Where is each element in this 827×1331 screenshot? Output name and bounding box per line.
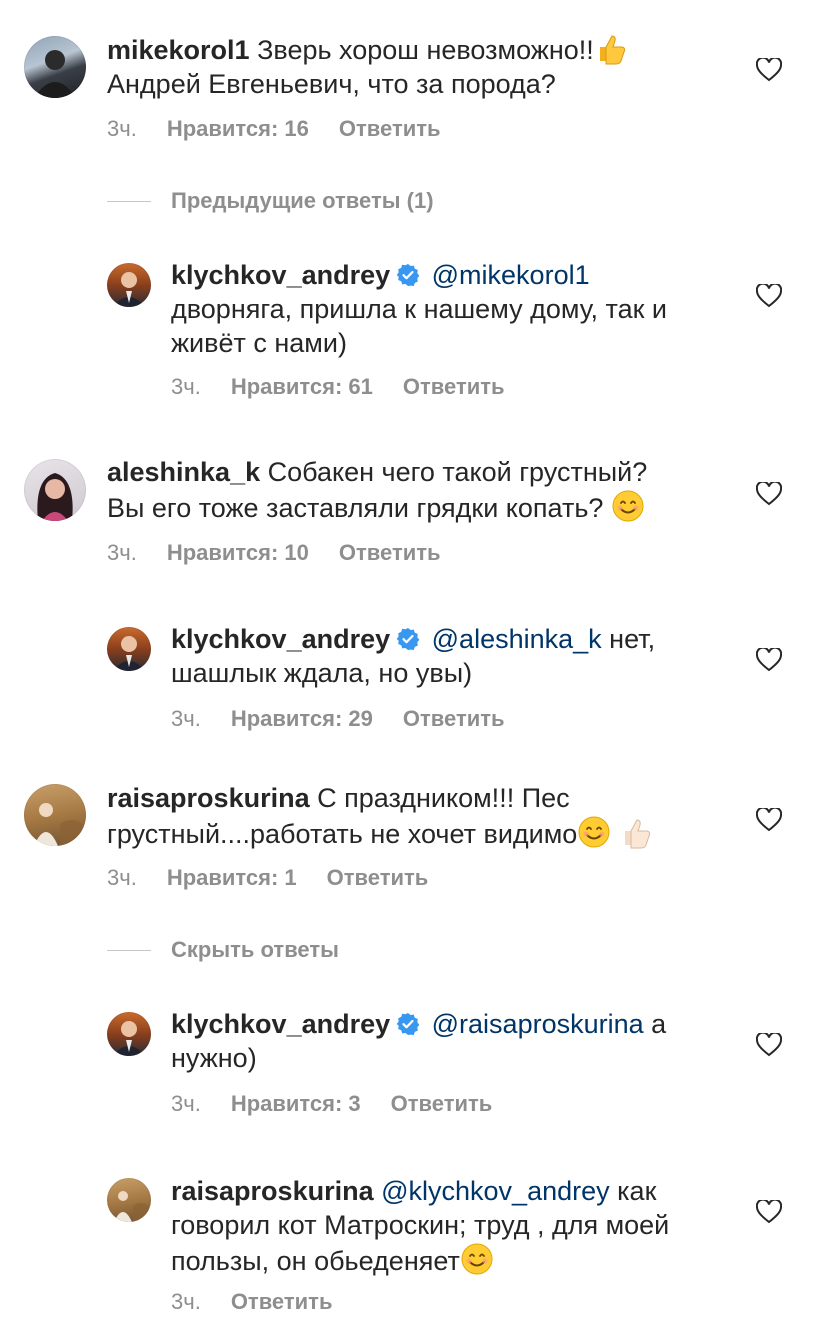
reply-button[interactable]: Ответить: [403, 706, 505, 731]
comment-meta: 3ч. Нравится: 61 Ответить: [171, 374, 535, 400]
likes-count[interactable]: Нравится: 3: [231, 1091, 361, 1116]
likes-count[interactable]: Нравится: 16: [167, 116, 309, 141]
thread-divider: [107, 949, 151, 951]
comment-meta: 3ч. Ответить: [171, 1289, 362, 1315]
comment-body-line2: Андрей Евгеньевич, что за порода?: [107, 69, 556, 99]
verified-badge-icon: [396, 1013, 420, 1035]
comment-text: klychkov_andrey @aleshinka_k нет, шашлык…: [171, 622, 732, 690]
comment-body-line2: грустный....работать не хочет видимо: [107, 819, 578, 849]
comment-meta: 3ч. Нравится: 3 Ответить: [171, 1091, 522, 1117]
comment-meta: 3ч. Нравится: 29 Ответить: [171, 706, 535, 732]
timestamp: 3ч.: [171, 1091, 201, 1116]
comment-text: raisaproskurina @klychkov_andrey как гов…: [171, 1174, 732, 1278]
comment-text: raisaproskurina С праздником!!! Пес грус…: [107, 781, 732, 851]
verified-badge-icon: [396, 264, 420, 286]
timestamp: 3ч.: [171, 706, 201, 731]
reply-button[interactable]: Ответить: [231, 1289, 333, 1314]
comment-text: klychkov_andrey @mikekorol1 дворняга, пр…: [171, 258, 732, 360]
comment-text: klychkov_andrey @raisaproskurina а нужно…: [171, 1007, 732, 1075]
heart-icon[interactable]: [756, 58, 782, 82]
comment-text: mikekorol1 Зверь хорош невозможно!! Андр…: [107, 31, 732, 101]
reply-button[interactable]: Ответить: [339, 540, 441, 565]
likes-count[interactable]: Нравится: 10: [167, 540, 309, 565]
timestamp: 3ч.: [171, 1289, 201, 1314]
comment-text: aleshinka_k Собакен чего такой грустный?…: [107, 455, 732, 525]
comment-body: дворняга, пришла к нашему дому, так и: [171, 294, 667, 324]
smiling-face-icon: [461, 1243, 493, 1275]
comment-body: С праздником!!! Пес: [317, 783, 570, 813]
avatar-photo-icon: [34, 50, 76, 98]
username[interactable]: raisaproskurina: [107, 783, 310, 813]
reply-button[interactable]: Ответить: [339, 116, 441, 141]
username[interactable]: raisaproskurina: [171, 1176, 374, 1206]
comment-body-line2: говорил кот Матроскин; труд , для моей: [171, 1210, 670, 1240]
avatar-photo-icon: [37, 473, 73, 521]
username[interactable]: klychkov_andrey: [171, 624, 390, 654]
smiling-face-icon: [612, 490, 644, 522]
username[interactable]: mikekorol1: [107, 35, 250, 65]
avatar[interactable]: [24, 784, 86, 846]
previous-replies-label: Предыдущие ответы (1): [171, 188, 434, 213]
mention-link[interactable]: @klychkov_andrey: [381, 1176, 610, 1206]
reply-button[interactable]: Ответить: [403, 374, 505, 399]
comment-body-line2: живёт с нами): [171, 328, 347, 358]
comment-meta: 3ч. Нравится: 1 Ответить: [107, 865, 458, 891]
avatar[interactable]: [107, 627, 151, 671]
comment-body: нет,: [609, 624, 656, 654]
username[interactable]: klychkov_andrey: [171, 260, 390, 290]
comment-body-line3: пользы, он обьеденяет: [171, 1246, 460, 1276]
view-previous-replies[interactable]: Предыдущие ответы (1): [107, 188, 434, 214]
timestamp: 3ч.: [171, 374, 201, 399]
hide-replies[interactable]: Скрыть ответы: [107, 937, 339, 963]
likes-count[interactable]: Нравится: 1: [167, 865, 297, 890]
reply-button[interactable]: Ответить: [327, 865, 429, 890]
avatar-photo-icon: [113, 1021, 145, 1056]
avatar-photo-icon: [113, 272, 145, 307]
avatar[interactable]: [24, 36, 86, 98]
heart-icon[interactable]: [756, 482, 782, 506]
likes-count[interactable]: Нравится: 61: [231, 374, 373, 399]
username[interactable]: klychkov_andrey: [171, 1009, 390, 1039]
comment-meta: 3ч. Нравится: 10 Ответить: [107, 540, 471, 566]
avatar[interactable]: [107, 1178, 151, 1222]
timestamp: 3ч.: [107, 540, 137, 565]
thumbs-up-icon: [624, 819, 650, 849]
avatar-photo-icon: [114, 1191, 149, 1222]
verified-badge-icon: [396, 628, 420, 650]
username[interactable]: aleshinka_k: [107, 457, 260, 487]
mention-link[interactable]: @aleshinka_k: [432, 624, 602, 654]
mention-link[interactable]: @mikekorol1: [432, 260, 590, 290]
thread-divider: [107, 200, 151, 202]
smiling-face-icon: [578, 816, 610, 848]
heart-icon[interactable]: [756, 1200, 782, 1224]
avatar[interactable]: [107, 1012, 151, 1056]
comment-body: как: [617, 1176, 657, 1206]
avatar-photo-icon: [34, 803, 82, 846]
timestamp: 3ч.: [107, 865, 137, 890]
timestamp: 3ч.: [107, 116, 137, 141]
reply-button[interactable]: Ответить: [391, 1091, 493, 1116]
heart-icon[interactable]: [756, 284, 782, 308]
comment-meta: 3ч. Нравится: 16 Ответить: [107, 116, 471, 142]
likes-count[interactable]: Нравится: 29: [231, 706, 373, 731]
hide-replies-label: Скрыть ответы: [171, 937, 339, 962]
heart-icon[interactable]: [756, 648, 782, 672]
avatar-photo-icon: [113, 636, 145, 671]
comment-body-line2: шашлык ждала, но увы): [171, 658, 473, 688]
avatar[interactable]: [24, 459, 86, 521]
comment-body-line2: Вы его тоже заставляли грядки копать?: [107, 493, 604, 523]
heart-icon[interactable]: [756, 1033, 782, 1057]
comment-body: Собакен чего такой грустный?: [267, 457, 648, 487]
thumbs-up-icon: [599, 35, 625, 65]
comment-body-line2: нужно): [171, 1043, 257, 1073]
heart-icon[interactable]: [756, 808, 782, 832]
mention-link[interactable]: @raisaproskurina: [432, 1009, 644, 1039]
comment-body: Зверь хорош невозможно!!: [257, 35, 594, 65]
avatar[interactable]: [107, 263, 151, 307]
comment-body: а: [651, 1009, 667, 1039]
